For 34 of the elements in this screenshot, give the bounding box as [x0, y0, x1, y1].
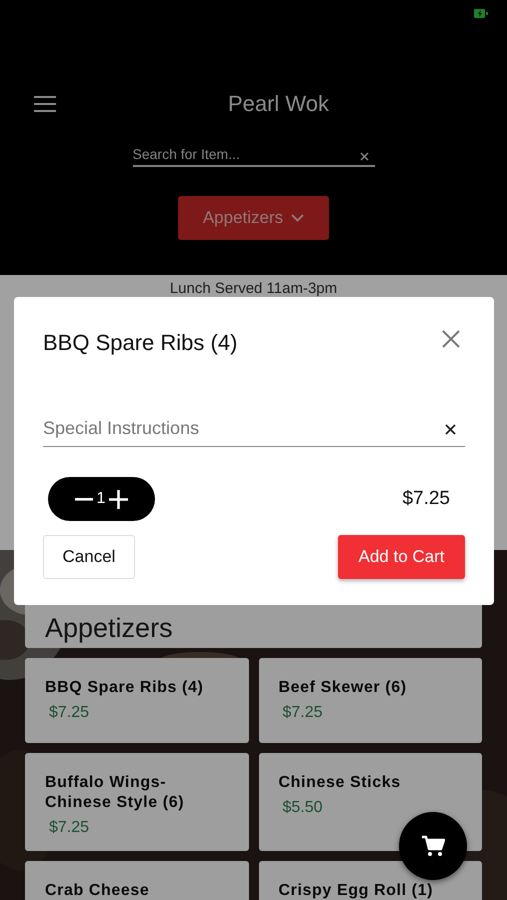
menu-item-card[interactable]: Beef Skewer (6) $7.25 — [258, 658, 482, 743]
lunch-notice: Lunch Served 11am-3pm — [170, 280, 338, 298]
item-price: $7.25 — [48, 704, 90, 722]
menu-item-card[interactable]: Crispy Egg Roll (1) — [258, 861, 482, 900]
close-icon[interactable] — [442, 330, 460, 348]
search-field[interactable]: Search for Item... — [132, 146, 374, 167]
cancel-button[interactable]: Cancel — [43, 535, 135, 579]
item-price: $5.50 — [282, 799, 324, 817]
app-title: Pearl Wok — [226, 91, 330, 117]
dialog-title: BBQ Spare Ribs (4) — [43, 330, 238, 356]
section-title: Appetizers — [45, 613, 173, 644]
item-name: Chinese Sticks — [278, 773, 402, 793]
plus-icon[interactable] — [109, 490, 128, 508]
instructions-field[interactable]: Special Instructions — [43, 418, 465, 447]
item-price: $7.25 — [48, 819, 90, 837]
menu-item-card[interactable]: BBQ Spare Ribs (4) $7.25 — [25, 658, 248, 743]
item-name: Beef Skewer (6) — [278, 678, 408, 698]
item-name: Crab Cheese — [45, 881, 150, 900]
dialog-price: $7.25 — [402, 488, 450, 510]
minus-icon[interactable] — [74, 498, 93, 500]
chevron-icon — [291, 214, 304, 222]
menu-item-card[interactable]: Buffalo Wings-Chinese Style (6) $7.25 — [25, 753, 248, 851]
menu-item-card[interactable]: Crab Cheese — [25, 861, 248, 900]
menu-icon[interactable] — [34, 96, 56, 112]
item-name: Crispy Egg Roll (1) — [278, 881, 434, 900]
battery-icon — [474, 9, 488, 18]
item-name: Buffalo Wings-Chinese Style (6) — [45, 773, 186, 813]
menu-item-card[interactable]: Chinese Sticks $5.50 — [258, 753, 482, 851]
quantity-value: 1 — [96, 490, 106, 508]
clear-icon[interactable] — [445, 424, 456, 435]
item-name: BBQ Spare Ribs (4) — [45, 678, 204, 698]
add-to-cart-button[interactable]: Add to Cart — [338, 535, 465, 579]
item-price: $7.25 — [282, 704, 324, 722]
cart-icon — [421, 835, 445, 857]
